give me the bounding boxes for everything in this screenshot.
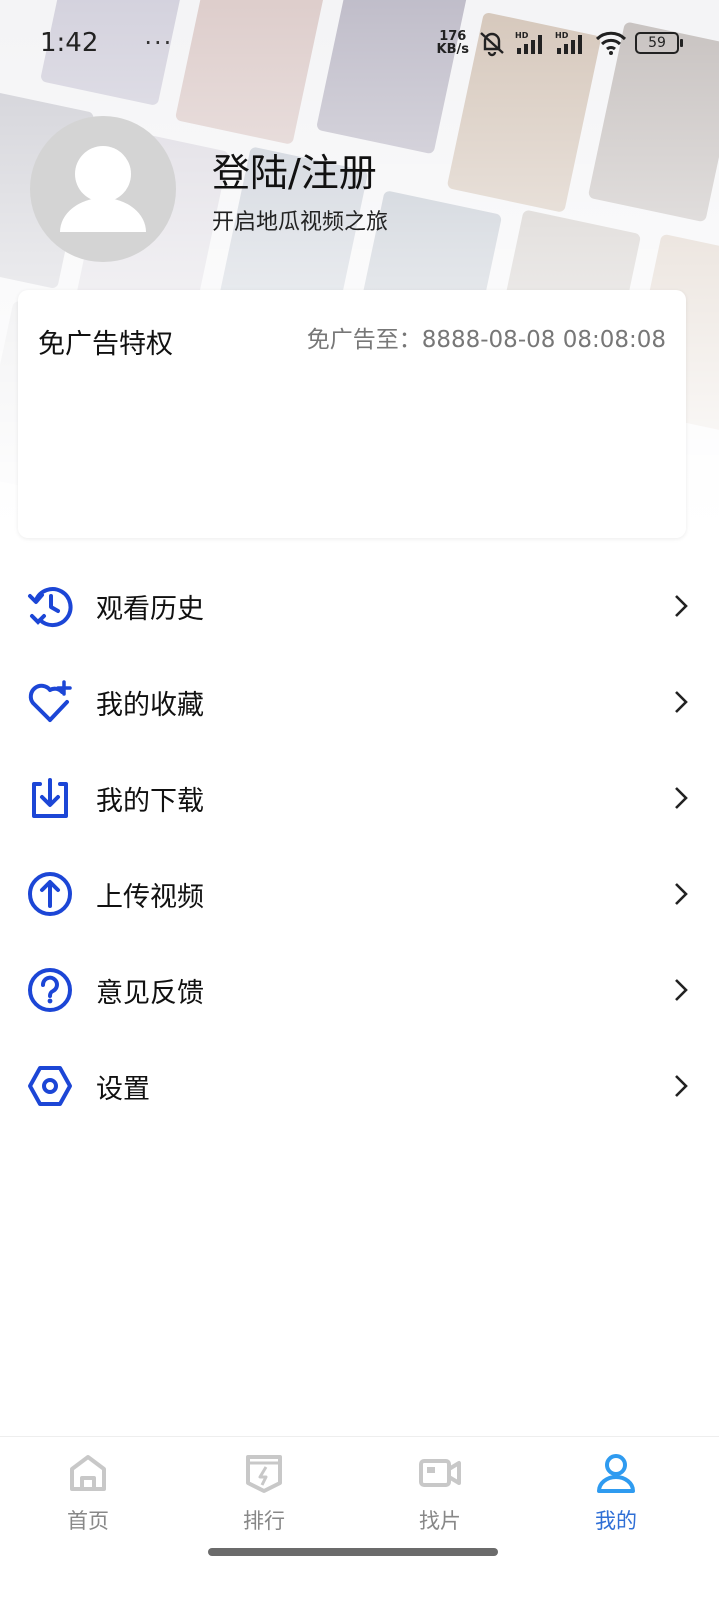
- nav-label-profile: 我的: [595, 1509, 637, 1533]
- chevron-right-icon: [675, 979, 688, 1001]
- nav-label-ranking: 排行: [243, 1509, 285, 1533]
- user-silhouette-icon: [60, 146, 146, 232]
- profile-icon: [597, 1454, 635, 1493]
- menu-label-feedback: 意见反馈: [96, 977, 204, 1009]
- chevron-right-icon: [675, 787, 688, 809]
- nav-tab-profile[interactable]: 我的: [556, 1451, 676, 1535]
- chevron-right-icon: [675, 595, 688, 617]
- menu-label-settings: 设置: [96, 1073, 150, 1105]
- menu-item-feedback[interactable]: 意见反馈: [0, 942, 719, 1038]
- nav-tab-discover[interactable]: 找片: [380, 1451, 500, 1535]
- ad-free-title: 免广告特权: [38, 329, 173, 360]
- signal-icon: HD: [515, 31, 542, 54]
- login-register-link[interactable]: 登陆/注册: [212, 142, 377, 197]
- settings-icon: [28, 1066, 72, 1106]
- menu-label-upload: 上传视频: [96, 881, 204, 913]
- home-indicator[interactable]: [208, 1548, 498, 1556]
- chevron-right-icon: [675, 691, 688, 713]
- menu-item-history[interactable]: 观看历史: [0, 558, 719, 654]
- svg-text:HD: HD: [515, 31, 529, 40]
- feedback-icon: [28, 968, 72, 1012]
- avatar[interactable]: [30, 116, 176, 262]
- ad-free-expiry: 免广告至：8888-08-08 08:08:08: [306, 327, 666, 353]
- menu-item-settings[interactable]: 设置: [0, 1038, 719, 1134]
- menu-label-downloads: 我的下载: [96, 785, 204, 817]
- download-icon: [32, 778, 68, 818]
- status-time: 1:42: [40, 28, 99, 58]
- chevron-right-icon: [675, 883, 688, 905]
- upload-icon: [28, 872, 72, 916]
- nav-label-home: 首页: [67, 1509, 109, 1533]
- menu-label-favorites: 我的收藏: [96, 689, 204, 721]
- profile-subtitle: 开启地瓜视频之旅: [212, 210, 389, 235]
- nav-tab-home[interactable]: 首页: [28, 1451, 148, 1535]
- chevron-right-icon: [675, 1075, 688, 1097]
- bottom-navigation: 首页 排行 找片 我的: [0, 1436, 719, 1601]
- ranking-icon: [246, 1455, 282, 1493]
- status-bar: 1:42 ··· 176 KB/s HD HD 59: [40, 26, 683, 60]
- menu-item-favorites[interactable]: 我的收藏: [0, 654, 719, 750]
- wifi-icon: [595, 31, 627, 55]
- home-icon: [70, 1455, 106, 1491]
- signal-icon-2: HD: [555, 31, 582, 54]
- ad-free-card[interactable]: 免广告特权 免广告至：8888-08-08 08:08:08: [18, 290, 686, 538]
- mute-bell-icon: [480, 32, 504, 57]
- menu-item-upload[interactable]: 上传视频: [0, 846, 719, 942]
- status-more-dots: ···: [144, 29, 174, 57]
- battery-indicator: 59: [635, 32, 683, 54]
- video-camera-icon: [419, 1459, 461, 1487]
- menu-item-downloads[interactable]: 我的下载: [0, 750, 719, 846]
- history-icon: [28, 587, 73, 628]
- menu-list: 观看历史 我的收藏 我的下载 上传视频 意见反馈 设置: [0, 558, 719, 1134]
- svg-text:HD: HD: [555, 31, 569, 40]
- menu-label-history: 观看历史: [96, 593, 204, 625]
- nav-tab-ranking[interactable]: 排行: [204, 1451, 324, 1535]
- favorite-icon: [28, 680, 72, 722]
- nav-label-discover: 找片: [419, 1509, 461, 1533]
- network-speed: 176 KB/s: [436, 29, 469, 57]
